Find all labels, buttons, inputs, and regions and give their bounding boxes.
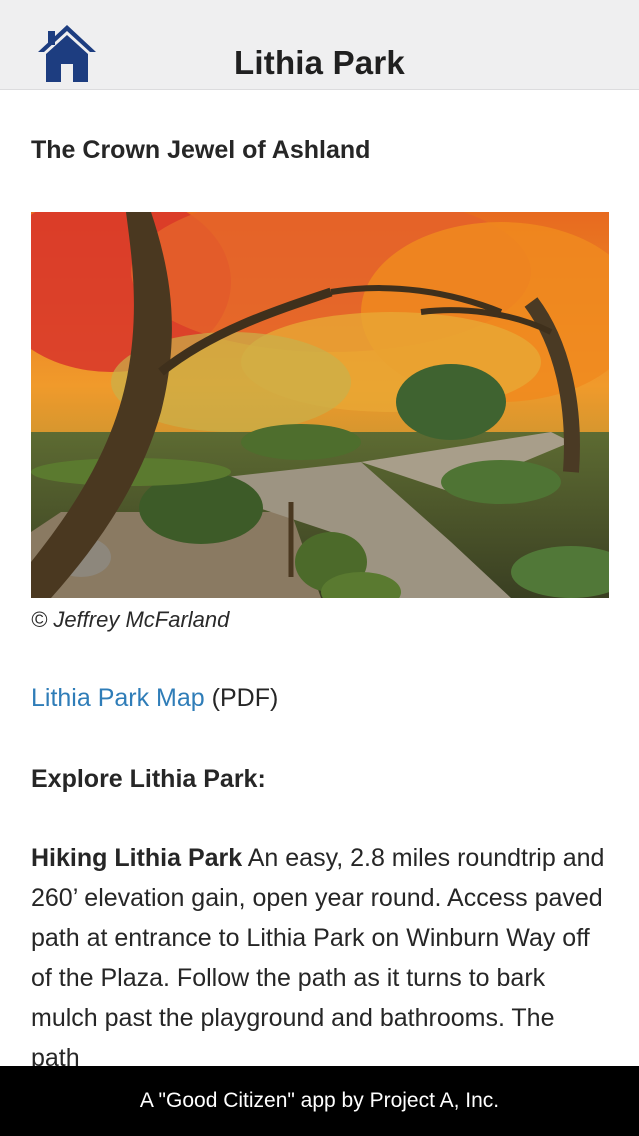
park-map-link[interactable]: Lithia Park Map xyxy=(31,684,205,712)
map-link-line: Lithia Park Map (PDF) xyxy=(31,684,278,713)
hiking-paragraph: Hiking Lithia Park An easy, 2.8 miles ro… xyxy=(31,838,609,1066)
content-scroll-area[interactable]: The Crown Jewel of Ashland © Jeffrey McF… xyxy=(0,91,639,1066)
park-photo xyxy=(31,212,609,598)
page-title: Lithia Park xyxy=(234,44,405,81)
photo-credit: © Jeffrey McFarland xyxy=(31,607,230,632)
subtitle-heading: The Crown Jewel of Ashland xyxy=(31,136,371,164)
hiking-description: An easy, 2.8 miles roundtrip and 260’ el… xyxy=(31,844,605,1066)
navigation-bar: Lithia Park xyxy=(0,0,639,90)
hiking-title: Hiking Lithia Park xyxy=(31,844,243,872)
explore-heading: Explore Lithia Park: xyxy=(31,765,266,793)
map-link-suffix: (PDF) xyxy=(204,684,279,712)
footer-credit: A "Good Citizen" app by Project A, Inc. xyxy=(0,1066,639,1136)
